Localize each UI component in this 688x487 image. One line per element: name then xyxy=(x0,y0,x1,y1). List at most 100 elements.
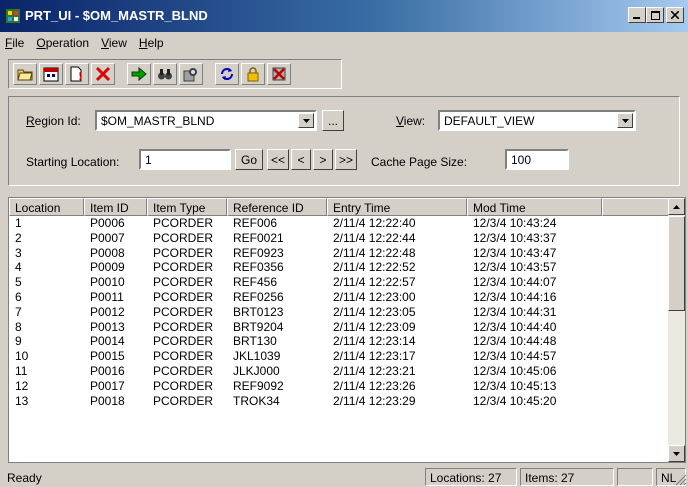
column-header-location[interactable]: Location xyxy=(9,198,84,216)
status-text: Ready xyxy=(7,471,42,485)
cell-location: 6 xyxy=(15,290,22,304)
column-header-entry-time[interactable]: Entry Time xyxy=(327,198,467,216)
cell-reference-id: REF006 xyxy=(233,216,278,230)
table-row[interactable]: 11 P0016 PCORDER JLKJ000 2/11/4 12:23:21 12/3… xyxy=(9,364,602,378)
scroll-down-button[interactable] xyxy=(668,445,685,462)
clear-button[interactable] xyxy=(267,63,291,85)
table-row[interactable]: 2 P0007 PCORDER REF0021 2/11/4 12:22:44 12/3/… xyxy=(9,231,602,245)
go-button[interactable]: Go xyxy=(235,149,263,170)
new-document-button[interactable]: ! xyxy=(65,63,89,85)
menu-operation[interactable]: Operation xyxy=(31,33,96,53)
scrollbar-thumb[interactable] xyxy=(668,216,685,311)
last-page-button[interactable]: >> xyxy=(335,149,357,170)
view-dropdown[interactable]: DEFAULT_VIEW xyxy=(438,110,636,131)
region-id-label: Region Id: xyxy=(26,114,81,128)
cell-reference-id: JLKJ000 xyxy=(233,364,280,378)
column-header-mod-time[interactable]: Mod Time xyxy=(467,198,602,216)
refresh-button[interactable] xyxy=(215,63,239,85)
status-empty-pane xyxy=(617,468,653,486)
cell-mod-time: 12/3/4 10:44:57 xyxy=(473,349,557,364)
first-page-button[interactable]: << xyxy=(267,149,289,170)
cell-item-id: P0018 xyxy=(90,393,125,408)
menu-operation-mnemonic: O xyxy=(36,36,46,50)
maximize-button[interactable] xyxy=(646,7,664,23)
cell-entry-time: 2/11/4 12:23:21 xyxy=(333,364,416,378)
close-button[interactable] xyxy=(666,7,684,23)
status-locations: Locations: 27 xyxy=(425,468,517,486)
region-id-dropdown-button[interactable] xyxy=(298,113,314,128)
cache-page-size-label: Cache Page Size: xyxy=(371,155,468,169)
column-header-item-type[interactable]: Item Type xyxy=(147,198,227,216)
cell-location: 13 xyxy=(15,393,29,408)
cell-item-type: PCORDER xyxy=(153,319,214,334)
cell-entry-time: 2/11/4 12:22:57 xyxy=(333,275,416,290)
table-row[interactable]: 10 P0015 PCORDER JKL1039 2/11/4 12:23:17 12/3… xyxy=(9,349,602,363)
scroll-down-arrow-icon xyxy=(673,451,680,456)
table-row[interactable]: 5 P0010 PCORDER REF456 2/11/4 12:22:57 12/3/4… xyxy=(9,275,602,289)
menu-view[interactable]: View xyxy=(96,33,134,53)
column-header-reference-id[interactable]: Reference ID xyxy=(227,198,327,216)
cell-mod-time: 12/3/4 10:44:31 xyxy=(473,304,557,319)
table-row[interactable]: 3 P0008 PCORDER REF0923 2/11/4 12:22:48 12/3/… xyxy=(9,246,602,260)
cell-item-type: PCORDER xyxy=(153,216,214,230)
table-row[interactable]: 8 P0013 PCORDER BRT9204 2/11/4 12:23:09 12/3/… xyxy=(9,320,602,334)
table-row[interactable]: 4 P0009 PCORDER REF0356 2/11/4 12:22:52 12/3/… xyxy=(9,260,602,274)
region-id-label-text: egion Id: xyxy=(34,114,81,128)
window-title: PRT_UI - $OM_MASTR_BLND xyxy=(25,8,208,23)
cell-reference-id: REF0923 xyxy=(233,245,284,260)
go-button-toolbar[interactable] xyxy=(127,63,151,85)
find-button[interactable] xyxy=(153,63,177,85)
toolbar: ! xyxy=(8,59,342,89)
locations-table[interactable]: Location Item ID Item Type Reference ID … xyxy=(8,197,686,463)
cell-reference-id: BRT0123 xyxy=(233,304,284,319)
cell-mod-time: 12/3/4 10:43:24 xyxy=(473,216,557,230)
next-page-button[interactable]: > xyxy=(313,149,333,170)
menu-view-label: iew xyxy=(108,36,127,50)
menu-view-mnemonic: V xyxy=(101,36,109,50)
table-row[interactable]: 6 P0011 PCORDER REF0256 2/11/4 12:23:00 12/3/… xyxy=(9,290,602,304)
menu-file[interactable]: File xyxy=(0,33,31,53)
table-row[interactable]: 1 P0006 PCORDER REF006 2/11/4 12:22:40 12/3/4… xyxy=(9,216,602,230)
cell-mod-time: 12/3/4 10:44:16 xyxy=(473,290,557,304)
view-label: View: xyxy=(396,114,425,128)
cell-reference-id: REF0021 xyxy=(233,230,284,245)
region-id-dropdown[interactable]: $OM_MASTR_BLND xyxy=(95,110,317,131)
chevron-down-icon xyxy=(621,118,629,123)
cell-item-id: P0011 xyxy=(90,290,124,304)
table-header: Location Item ID Item Type Reference ID … xyxy=(9,198,670,216)
title-bar[interactable]: PRT_UI - $OM_MASTR_BLND xyxy=(0,0,688,32)
menu-operation-label: peration xyxy=(45,36,90,50)
cell-mod-time: 12/3/4 10:45:20 xyxy=(473,393,557,408)
open-button[interactable] xyxy=(13,63,37,85)
calendar-button[interactable] xyxy=(39,63,63,85)
column-header-item-id[interactable]: Item ID xyxy=(84,198,147,216)
find-next-button[interactable] xyxy=(179,63,203,85)
menu-help[interactable]: Help xyxy=(134,33,171,53)
table-row[interactable]: 9 P0014 PCORDER BRT130 2/11/4 12:23:14 12/3/4… xyxy=(9,334,602,348)
table-row[interactable]: 13 P0018 PCORDER TROK34 2/11/4 12:23:29 12/3/… xyxy=(9,394,602,408)
region-browse-button[interactable]: ... xyxy=(322,110,344,131)
cell-item-type: PCORDER xyxy=(153,334,214,349)
svg-text:!: ! xyxy=(78,70,83,82)
open-folder-icon xyxy=(17,69,33,81)
status-bar: Ready Locations: 27 Items: 27 NL xyxy=(0,466,688,487)
close-icon xyxy=(671,11,679,19)
cache-page-size-input[interactable]: 100 xyxy=(505,149,569,170)
prev-page-button[interactable]: < xyxy=(291,149,311,170)
go-arrow-icon xyxy=(131,66,147,82)
table-row[interactable]: 7 P0012 PCORDER BRT0123 2/11/4 12:23:05 12/3/… xyxy=(9,305,602,319)
vertical-scrollbar[interactable] xyxy=(668,198,685,462)
table-row[interactable]: 12 P0017 PCORDER REF9092 2/11/4 12:23:26 12/3… xyxy=(9,379,602,393)
delete-button[interactable] xyxy=(91,63,115,85)
starting-location-input[interactable]: 1 xyxy=(139,149,231,170)
cell-item-id: P0006 xyxy=(90,216,125,230)
cell-location: 2 xyxy=(15,230,22,245)
lock-button[interactable] xyxy=(241,63,265,85)
scroll-up-button[interactable] xyxy=(668,198,685,215)
refresh-icon xyxy=(221,68,233,80)
cell-entry-time: 2/11/4 12:23:09 xyxy=(333,319,416,334)
view-dropdown-button[interactable] xyxy=(617,113,633,128)
minimize-button[interactable] xyxy=(628,7,646,23)
resize-grip-icon[interactable] xyxy=(675,474,687,486)
cell-item-id: P0017 xyxy=(90,378,125,393)
